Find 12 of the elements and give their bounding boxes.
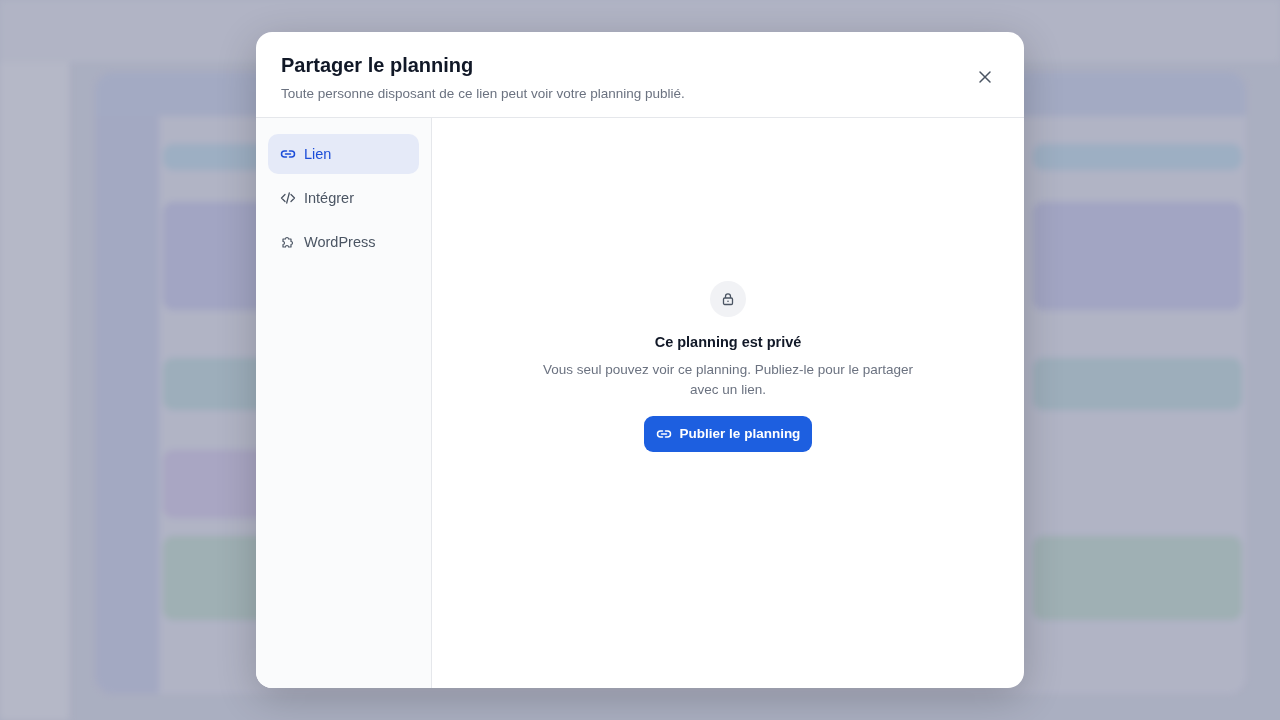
dialog-title: Partager le planning bbox=[281, 54, 475, 77]
share-tab[interactable]: WordPress bbox=[268, 222, 419, 262]
publish-button[interactable]: Publier le planning bbox=[643, 415, 813, 452]
close-icon bbox=[978, 70, 992, 84]
dialog-subtitle: Toute personne disposant de ce lien peut voir votre planning publié. bbox=[281, 86, 685, 101]
share-tab[interactable]: Lien bbox=[268, 134, 419, 174]
lock-icon bbox=[721, 291, 735, 306]
empty-state-text: Vous seul pouvez voir ce planning. Publiez-le pour le partager avec un lien. bbox=[542, 360, 914, 399]
puzzle-icon bbox=[280, 234, 296, 250]
code-icon bbox=[280, 190, 296, 206]
empty-state-title: Ce planning est privé bbox=[654, 333, 802, 350]
share-tab[interactable]: Intégrer bbox=[268, 178, 419, 218]
